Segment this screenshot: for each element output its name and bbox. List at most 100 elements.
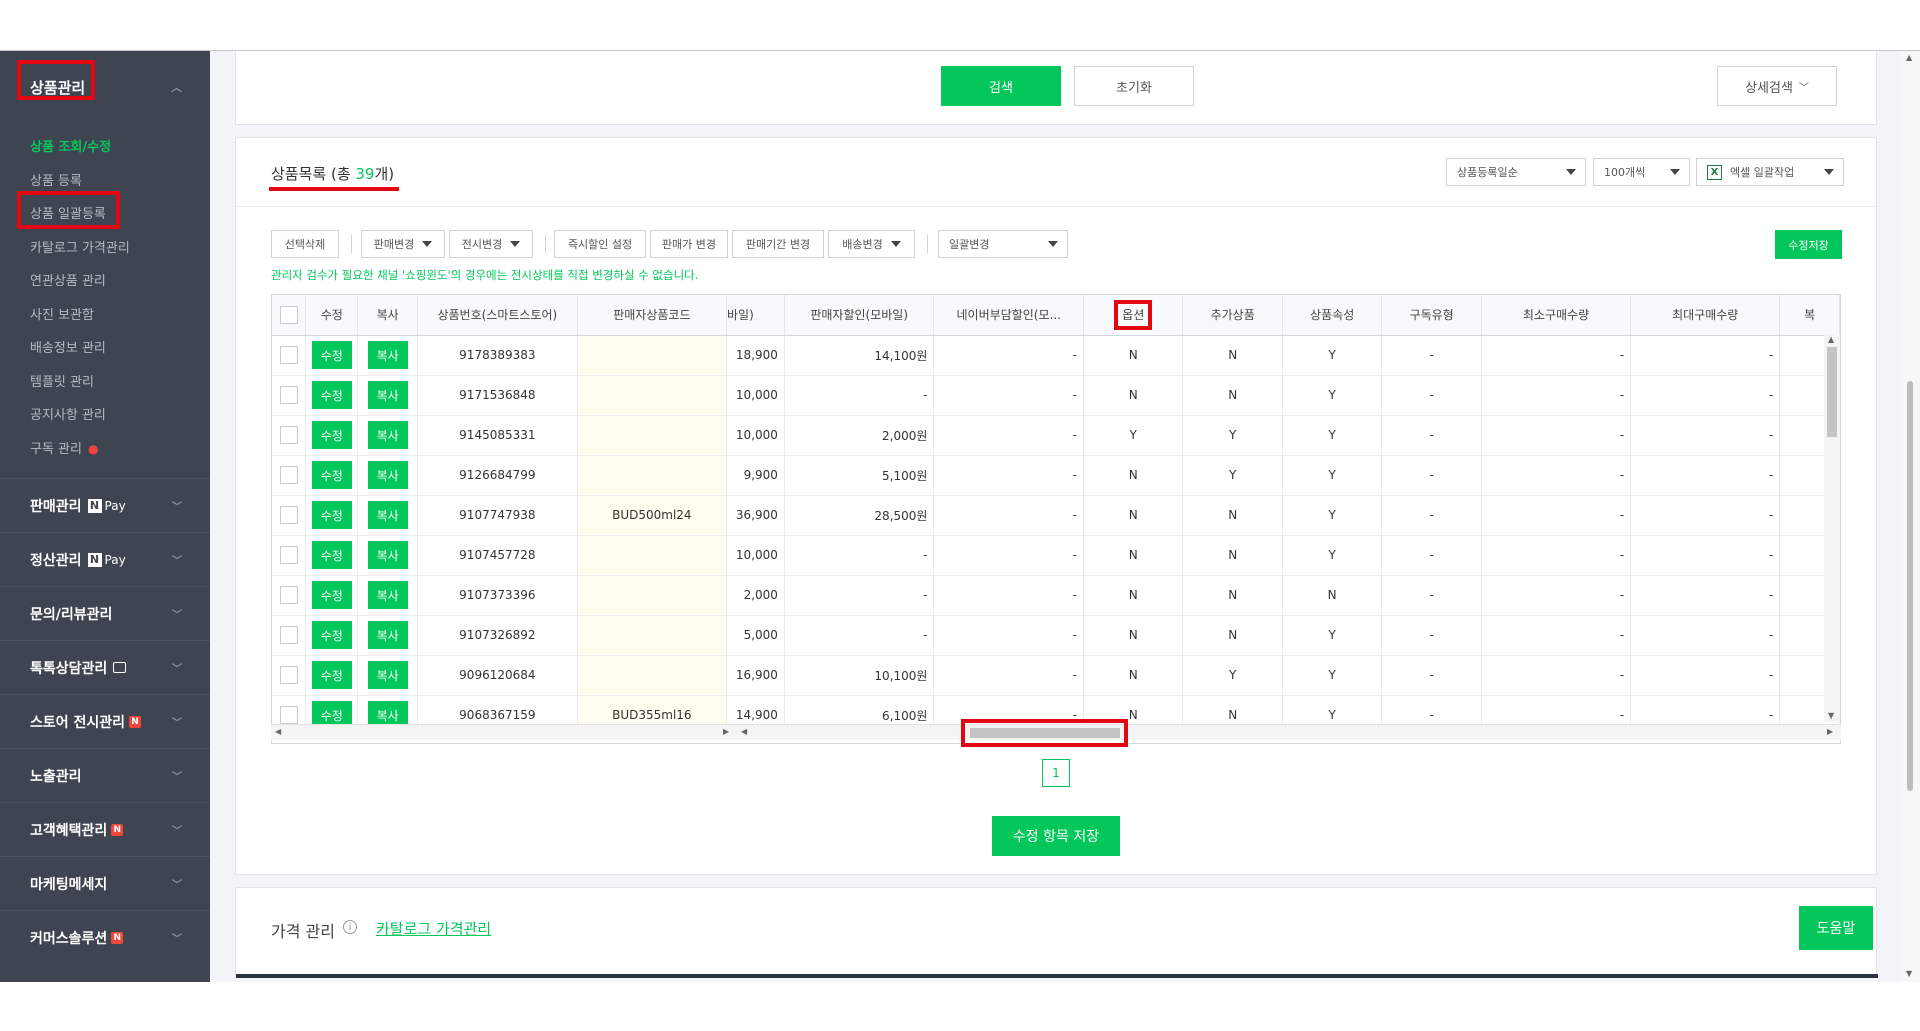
scroll-down-arrow-icon[interactable]: ▼ xyxy=(1906,969,1912,978)
sidebar-item-photo-storage[interactable]: 사진 보관함 xyxy=(0,299,210,333)
cell-product-no[interactable]: 9145085331 xyxy=(417,415,578,456)
sidebar-group-exposure[interactable]: 노출관리 ﹀ xyxy=(0,748,210,802)
sidebar-group-marketing[interactable]: 마케팅메세지 ﹀ xyxy=(0,856,210,910)
cell-select[interactable] xyxy=(272,495,307,536)
page-scroll-thumb[interactable] xyxy=(1907,381,1913,791)
row-checkbox[interactable] xyxy=(279,666,298,684)
cell-product-no[interactable]: 9107326892 xyxy=(417,615,578,656)
cell-seller-code[interactable] xyxy=(577,375,728,416)
edit-button[interactable]: 수정 xyxy=(311,541,352,569)
page-button-1[interactable]: 1 xyxy=(1042,759,1070,787)
help-button[interactable]: 도움말 xyxy=(1799,906,1873,950)
edit-button[interactable]: 수정 xyxy=(311,461,352,489)
row-checkbox[interactable] xyxy=(279,586,298,604)
cell-select[interactable] xyxy=(272,455,307,496)
sidebar-item-delivery-info[interactable]: 배송정보 관리 xyxy=(0,332,210,366)
edit-button[interactable]: 수정 xyxy=(311,341,352,369)
sidebar-item-templates[interactable]: 템플릿 관리 xyxy=(0,366,210,400)
edit-button[interactable]: 수정 xyxy=(311,661,352,689)
sale-change-dropdown[interactable]: 판매변경 xyxy=(361,230,445,258)
sidebar-item-catalog-price[interactable]: 카탈로그 가격관리 xyxy=(0,232,210,266)
bulk-change-dropdown[interactable]: 일괄변경 xyxy=(938,230,1068,258)
copy-button[interactable]: 복사 xyxy=(367,381,408,409)
page-size-select[interactable]: 100개씩 xyxy=(1593,158,1690,186)
grid-vertical-scroll-thumb[interactable] xyxy=(1827,347,1837,437)
select-all-checkbox[interactable] xyxy=(279,305,298,324)
delete-selected-button[interactable]: 선택삭제 xyxy=(271,230,339,258)
delivery-change-dropdown[interactable]: 배송변경 xyxy=(828,230,915,258)
save-edits-button[interactable]: 수정저장 xyxy=(1775,230,1842,259)
scroll-left-arrow-icon[interactable]: ◀ xyxy=(741,727,747,736)
scroll-left-arrow-icon[interactable]: ◀ xyxy=(275,727,281,736)
sidebar-item-related-products[interactable]: 연관상품 관리 xyxy=(0,265,210,299)
grid-left-hscrollbar[interactable]: ◀ ▶ xyxy=(271,724,737,740)
row-checkbox[interactable] xyxy=(279,626,298,644)
cell-select[interactable] xyxy=(272,575,307,616)
cell-seller-code[interactable] xyxy=(577,335,728,376)
sort-select[interactable]: 상품등록일순 xyxy=(1446,158,1586,186)
copy-button[interactable]: 복사 xyxy=(367,541,408,569)
sidebar-item-subscription[interactable]: 구독 관리 ● xyxy=(0,433,210,467)
scroll-up-arrow-icon[interactable]: ▲ xyxy=(1828,335,1834,344)
cell-seller-code[interactable]: BUD500ml24 xyxy=(577,495,728,536)
cell-select[interactable] xyxy=(272,655,307,696)
row-checkbox[interactable] xyxy=(279,426,298,444)
cell-seller-code[interactable] xyxy=(577,615,728,656)
cell-select[interactable] xyxy=(272,375,307,416)
edit-button[interactable]: 수정 xyxy=(311,421,352,449)
period-change-button[interactable]: 판매기간 변경 xyxy=(732,230,824,258)
cell-seller-code[interactable] xyxy=(577,535,728,576)
edit-button[interactable]: 수정 xyxy=(311,381,352,409)
sidebar-item-notices[interactable]: 공지사항 관리 xyxy=(0,399,210,433)
copy-button[interactable]: 복사 xyxy=(367,621,408,649)
catalog-price-link[interactable]: 카탈로그 가격관리 xyxy=(376,918,491,939)
sidebar-product-mgmt-header[interactable]: 상품관리 ︿ xyxy=(0,51,210,123)
sidebar-item-bulk-register[interactable]: 상품 일괄등록 xyxy=(0,198,210,232)
scroll-up-arrow-icon[interactable]: ▲ xyxy=(1906,53,1912,62)
sidebar-group-store-display[interactable]: 스토어 전시관리 N ﹀ xyxy=(0,694,210,748)
cell-product-no[interactable]: 9107373396 xyxy=(417,575,578,616)
copy-button[interactable]: 복사 xyxy=(367,661,408,689)
edit-button[interactable]: 수정 xyxy=(311,581,352,609)
info-icon[interactable]: i xyxy=(343,920,357,934)
cell-product-no[interactable]: 9107457728 xyxy=(417,535,578,576)
sidebar-group-inquiry-review[interactable]: 문의/리뷰관리 ﹀ xyxy=(0,586,210,640)
row-checkbox[interactable] xyxy=(279,506,298,524)
save-edited-items-button[interactable]: 수정 항목 저장 xyxy=(992,816,1120,856)
grid-vertical-scrollbar[interactable]: ▲ ▼ xyxy=(1824,335,1840,722)
row-checkbox[interactable] xyxy=(279,466,298,484)
edit-button[interactable]: 수정 xyxy=(311,621,352,649)
scroll-right-arrow-icon[interactable]: ▶ xyxy=(1827,727,1833,736)
copy-button[interactable]: 복사 xyxy=(367,341,408,369)
header-select-all[interactable] xyxy=(272,295,307,336)
sidebar-group-talktalk[interactable]: 톡톡상담관리 ﹀ xyxy=(0,640,210,694)
cell-product-no[interactable]: 9126684799 xyxy=(417,455,578,496)
cell-product-no[interactable]: 9171536848 xyxy=(417,375,578,416)
sidebar-group-customer-benefits[interactable]: 고객혜택관리 N ﹀ xyxy=(0,802,210,856)
cell-select[interactable] xyxy=(272,335,307,376)
grid-horizontal-scroll-thumb[interactable] xyxy=(970,728,1120,738)
cell-select[interactable] xyxy=(272,535,307,576)
cell-select[interactable] xyxy=(272,415,307,456)
row-checkbox[interactable] xyxy=(279,346,298,364)
sidebar-group-commerce-solution[interactable]: 커머스솔루션 N ﹀ xyxy=(0,910,210,964)
copy-button[interactable]: 복사 xyxy=(367,581,408,609)
sidebar-item-product-search[interactable]: 상품 조회/수정 xyxy=(0,131,210,165)
sidebar-group-settlement[interactable]: 정산관리 N Pay ﹀ xyxy=(0,532,210,586)
row-checkbox[interactable] xyxy=(279,386,298,404)
detail-search-button[interactable]: 상세검색 ﹀ xyxy=(1717,66,1837,106)
price-change-button[interactable]: 판매가 변경 xyxy=(650,230,728,258)
sidebar-group-sales[interactable]: 판매관리 N Pay ﹀ xyxy=(0,478,210,532)
copy-button[interactable]: 복사 xyxy=(367,501,408,529)
cell-seller-code[interactable] xyxy=(577,575,728,616)
cell-product-no[interactable]: 9178389383 xyxy=(417,335,578,376)
cell-select[interactable] xyxy=(272,615,307,656)
page-vertical-scrollbar[interactable]: ▲ ▼ xyxy=(1900,51,1920,982)
edit-button[interactable]: 수정 xyxy=(311,501,352,529)
reset-button[interactable]: 초기화 xyxy=(1074,66,1194,106)
row-checkbox[interactable] xyxy=(279,546,298,564)
excel-bulk-select[interactable]: X 엑셀 일괄작업 xyxy=(1696,158,1844,186)
search-button[interactable]: 검색 xyxy=(941,66,1061,106)
cell-seller-code[interactable] xyxy=(577,455,728,496)
sidebar-item-product-register[interactable]: 상품 등록 xyxy=(0,165,210,199)
